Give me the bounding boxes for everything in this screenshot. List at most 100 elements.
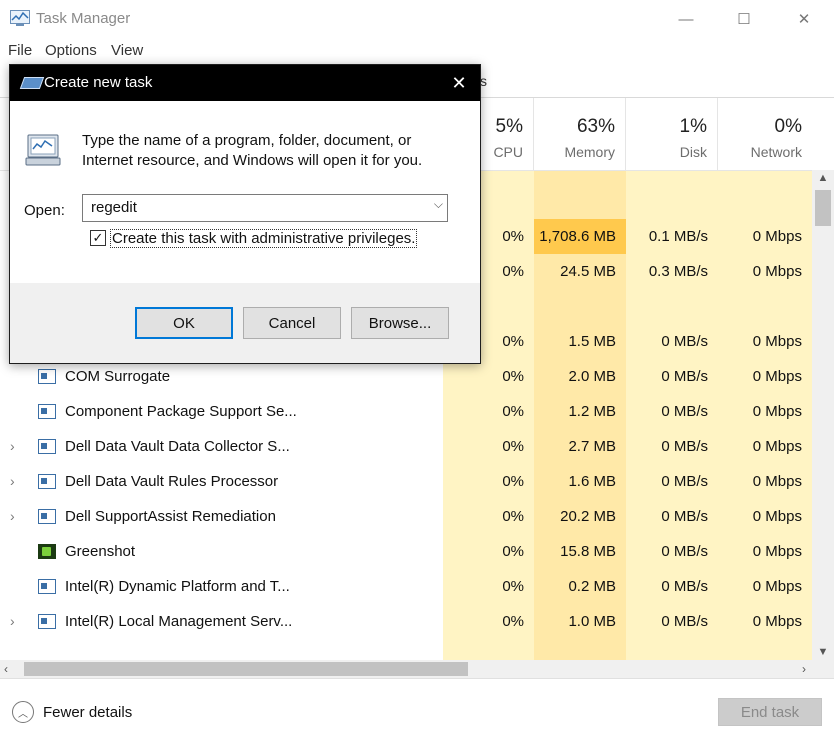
menu-bar: File Options View xyxy=(0,38,834,64)
horizontal-scroll-thumb[interactable] xyxy=(24,662,468,676)
app-window-icon xyxy=(38,439,56,454)
run-program-icon xyxy=(25,134,61,166)
network-cell: 0 Mbps xyxy=(718,254,812,289)
open-label: Open: xyxy=(24,202,65,219)
menu-options[interactable]: Options xyxy=(45,42,97,59)
disk-total-percent: 1% xyxy=(679,116,707,137)
network-cell: 0 Mbps xyxy=(718,499,812,534)
menu-file[interactable]: File xyxy=(8,42,32,59)
dialog-description: Type the name of a program, folder, docu… xyxy=(82,132,423,169)
greenshot-icon xyxy=(38,544,56,559)
memory-cell: 1.6 MB xyxy=(534,464,626,499)
cpu-cell: 0% xyxy=(443,534,534,569)
open-input-value[interactable]: regedit xyxy=(91,199,137,216)
disk-cell: 0 MB/s xyxy=(626,324,718,359)
disk-column-label: Disk xyxy=(679,144,707,160)
column-header-disk[interactable]: 1% Disk xyxy=(626,98,718,170)
open-combobox[interactable]: regedit ⌵ xyxy=(82,194,448,222)
end-task-button[interactable]: End task xyxy=(718,698,822,726)
memory-cell: 24.5 MB xyxy=(534,254,626,289)
scroll-left-icon[interactable]: ‹ xyxy=(4,660,8,678)
cpu-cell: 0% xyxy=(443,569,534,604)
table-row[interactable]: › Intel(R) Local Management Serv... 0% 1.0 … xyxy=(0,604,812,639)
menu-view[interactable]: View xyxy=(111,42,143,59)
disk-cell xyxy=(626,184,718,219)
process-name: Dell Data Vault Data Collector S... xyxy=(65,438,290,455)
dialog-close-button[interactable]: ✕ xyxy=(444,69,474,97)
footer-bar: ︿ Fewer details End task xyxy=(0,678,834,742)
vertical-scrollbar[interactable]: ▲ ▼ xyxy=(812,170,834,660)
ok-button[interactable]: OK xyxy=(135,307,233,339)
memory-cell xyxy=(534,289,626,324)
chevron-right-icon[interactable]: › xyxy=(10,604,15,639)
scroll-down-icon[interactable]: ▼ xyxy=(812,646,834,658)
table-row[interactable]: Greenshot 0% 15.8 MB 0 MB/s 0 Mbps xyxy=(0,534,812,569)
run-icon xyxy=(19,77,45,89)
browse-button[interactable]: Browse... xyxy=(351,307,449,339)
network-cell xyxy=(718,289,812,324)
close-icon: ✕ xyxy=(451,72,467,93)
cancel-button[interactable]: Cancel xyxy=(243,307,341,339)
network-cell: 0 Mbps xyxy=(718,534,812,569)
network-cell xyxy=(718,184,812,219)
memory-cell xyxy=(534,184,626,219)
admin-privileges-label[interactable]: Create this task with administrative pri… xyxy=(110,229,418,248)
cpu-cell: 0% xyxy=(443,604,534,639)
tab-label-partial[interactable]: s xyxy=(480,73,487,89)
chevron-up-icon[interactable]: ︿ xyxy=(12,701,34,723)
cpu-cell: 0% xyxy=(443,429,534,464)
disk-cell: 0 MB/s xyxy=(626,359,718,394)
chevron-down-icon[interactable]: ⌵ xyxy=(434,197,443,212)
app-window-icon xyxy=(38,404,56,419)
close-button[interactable]: ✕ xyxy=(776,0,832,38)
disk-cell xyxy=(626,289,718,324)
memory-cell: 0.2 MB xyxy=(534,569,626,604)
table-row[interactable]: Intel(R) Dynamic Platform and T... 0% 0.2 … xyxy=(0,569,812,604)
maximize-button[interactable]: ☐ xyxy=(716,0,772,38)
memory-cell: 1.5 MB xyxy=(534,324,626,359)
table-row[interactable]: › Dell Data Vault Data Collector S... 0% 2.… xyxy=(0,429,812,464)
network-cell: 0 Mbps xyxy=(718,324,812,359)
cpu-cell: 0% xyxy=(443,359,534,394)
process-name: Component Package Support Se... xyxy=(65,403,297,420)
fewer-details-link[interactable]: Fewer details xyxy=(43,704,132,721)
network-cell: 0 Mbps xyxy=(718,604,812,639)
minimize-icon: — xyxy=(678,10,694,28)
network-cell: 0 Mbps xyxy=(718,569,812,604)
table-row[interactable]: › Dell Data Vault Rules Processor 0% 1.6 MB… xyxy=(0,464,812,499)
network-cell: 0 Mbps xyxy=(718,429,812,464)
dialog-button-area: OK Cancel Browse... xyxy=(10,283,480,363)
chevron-right-icon[interactable]: › xyxy=(10,464,15,499)
column-header-memory[interactable]: 63% Memory xyxy=(534,98,626,170)
admin-privileges-checkbox[interactable]: ✓ xyxy=(90,230,106,246)
network-cell: 0 Mbps xyxy=(718,219,812,254)
close-icon: ✕ xyxy=(797,11,811,28)
table-row[interactable]: COM Surrogate 0% 2.0 MB 0 MB/s 0 Mbps xyxy=(0,359,812,394)
window-title: Task Manager xyxy=(36,10,131,27)
minimize-button[interactable]: — xyxy=(658,0,714,38)
maximize-icon: ☐ xyxy=(737,11,751,28)
table-row[interactable]: › Dell SupportAssist Remediation 0% 20.2 MB… xyxy=(0,499,812,534)
scroll-right-icon[interactable]: › xyxy=(802,660,806,678)
column-header-network[interactable]: 0% Network xyxy=(718,98,812,170)
chevron-right-icon[interactable]: › xyxy=(10,429,15,464)
table-row[interactable]: Component Package Support Se... 0% 1.2 MB 0… xyxy=(0,394,812,429)
app-window-icon xyxy=(38,579,56,594)
chevron-right-icon[interactable]: › xyxy=(10,499,15,534)
network-cell: 0 Mbps xyxy=(718,394,812,429)
scroll-up-icon[interactable]: ▲ xyxy=(812,172,834,184)
disk-cell: 0 MB/s xyxy=(626,464,718,499)
title-bar: Task Manager — ☐ ✕ xyxy=(0,0,834,38)
process-name: Intel(R) Local Management Serv... xyxy=(65,613,293,630)
scrollbar-corner xyxy=(812,660,834,678)
memory-column-label: Memory xyxy=(564,144,615,160)
cpu-cell: 0% xyxy=(443,394,534,429)
process-name: Dell Data Vault Rules Processor xyxy=(65,473,279,490)
cpu-cell: 0% xyxy=(443,499,534,534)
disk-cell: 0 MB/s xyxy=(626,499,718,534)
vertical-scroll-thumb[interactable] xyxy=(815,190,831,226)
memory-total-percent: 63% xyxy=(576,116,615,137)
process-name: Dell SupportAssist Remediation xyxy=(65,508,276,525)
memory-cell: 2.7 MB xyxy=(534,429,626,464)
horizontal-scrollbar[interactable]: ‹ › xyxy=(0,660,812,678)
